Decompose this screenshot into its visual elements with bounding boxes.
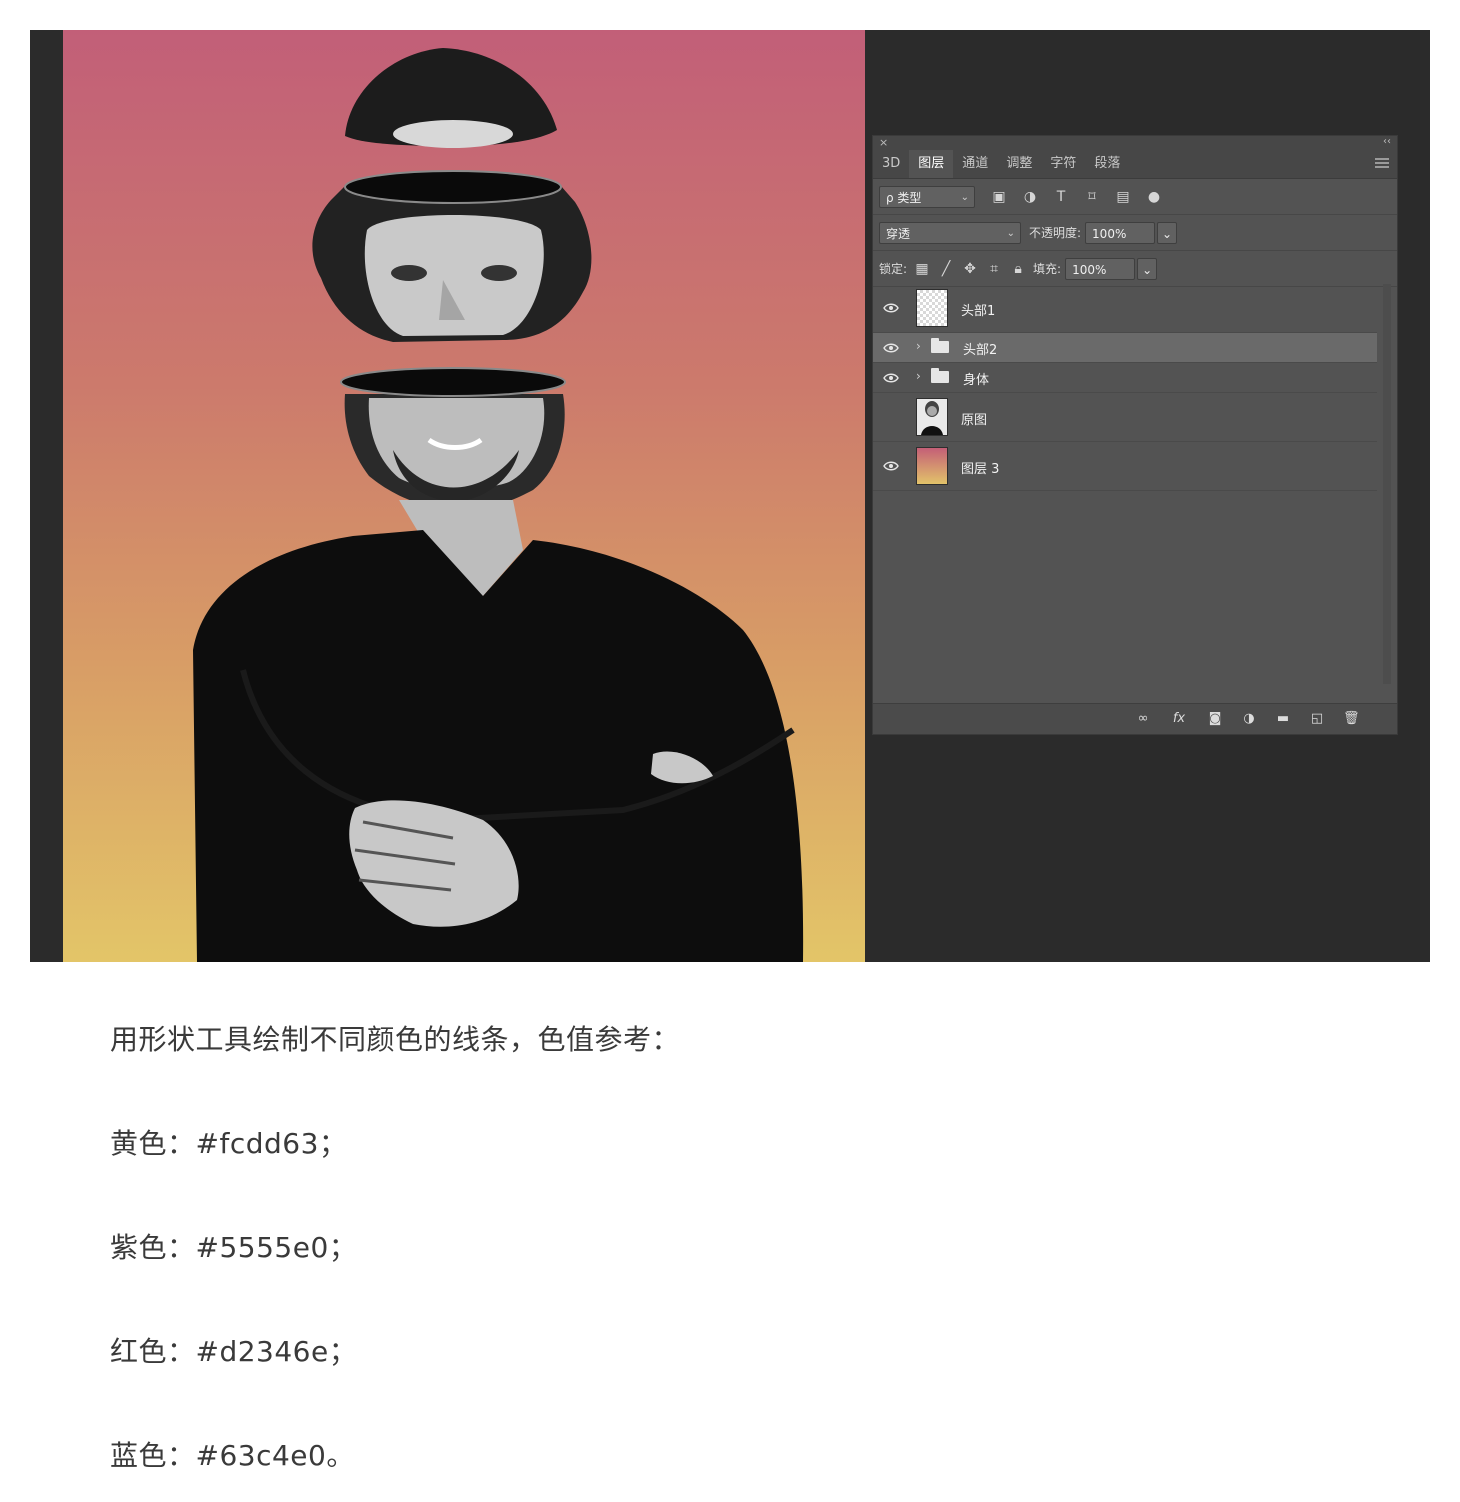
layer-row[interactable]: 原图 bbox=[873, 393, 1377, 442]
blend-row: 穿透 ⌄ 不透明度: 100% ⌄ bbox=[873, 215, 1397, 251]
layer-name: 头部2 bbox=[963, 343, 998, 358]
visibility-toggle-empty[interactable] bbox=[883, 412, 899, 422]
folder-icon bbox=[931, 338, 949, 353]
filter-kind-select[interactable]: ρ 类型 ⌄ bbox=[879, 185, 975, 208]
eye-icon[interactable] bbox=[883, 373, 899, 383]
portrait-artwork bbox=[193, 48, 804, 962]
layer-row[interactable]: 头部1 bbox=[873, 284, 1377, 333]
layer-thumbnail bbox=[916, 289, 948, 327]
lock-all-icon[interactable]: 🔒︎ bbox=[1011, 262, 1025, 276]
tab-adjustments[interactable]: 调整 bbox=[997, 150, 1041, 178]
blend-mode-select[interactable]: 穿透 ⌄ bbox=[879, 221, 1021, 244]
layer-name: 头部1 bbox=[961, 304, 996, 319]
portrait-thumbnail bbox=[921, 401, 943, 435]
layers-list: 头部1 › 头部2 › 身体 原图 图层 3 bbox=[873, 284, 1377, 491]
document-canvas[interactable] bbox=[63, 30, 865, 962]
collapse-panel-icon[interactable]: ‹‹ bbox=[1383, 136, 1391, 147]
cut-top-middle bbox=[344, 170, 562, 204]
chevron-right-icon[interactable]: › bbox=[916, 339, 921, 353]
smart-object-filter-icon[interactable]: ▤ bbox=[1116, 190, 1130, 204]
eye-icon[interactable] bbox=[883, 303, 899, 313]
layers-scrollbar[interactable] bbox=[1383, 284, 1391, 684]
layer-row[interactable]: 图层 3 bbox=[873, 442, 1377, 491]
eye-icon[interactable] bbox=[883, 343, 899, 353]
lock-row: 锁定: ▦ ╱ ✥ ⌗ 🔒︎ 填充: 100% ⌄ bbox=[873, 251, 1397, 287]
intro-text: 用形状工具绘制不同颜色的线条，色值参考： bbox=[110, 1023, 681, 1056]
layer-name: 身体 bbox=[963, 373, 990, 388]
mask-icon[interactable]: ◙ bbox=[1207, 712, 1223, 726]
layer-group-row[interactable]: › 身体 bbox=[873, 363, 1377, 393]
layer-name: 图层 3 bbox=[961, 462, 1000, 477]
forehead-sliver bbox=[393, 120, 513, 148]
panel-titlebar: × ‹‹ bbox=[873, 136, 1397, 150]
lock-position-icon[interactable]: ✥ bbox=[963, 262, 977, 276]
blend-mode-value: 穿透 bbox=[886, 226, 911, 241]
layer-name: 原图 bbox=[961, 413, 988, 428]
folder-icon bbox=[931, 368, 949, 383]
new-group-icon[interactable]: ▬ bbox=[1275, 712, 1291, 726]
tab-character[interactable]: 字符 bbox=[1041, 150, 1085, 178]
lock-artboard-icon[interactable]: ⌗ bbox=[987, 262, 1001, 276]
adjustment-icon[interactable]: ◑ bbox=[1241, 712, 1257, 726]
link-icon[interactable]: ∞ bbox=[1135, 712, 1151, 726]
filter-kind-label: ρ 类型 bbox=[886, 190, 922, 205]
lock-transparency-icon[interactable]: ▦ bbox=[915, 262, 929, 276]
fill-dropdown[interactable]: ⌄ bbox=[1137, 257, 1158, 280]
chevron-down-icon: ⌄ bbox=[1162, 226, 1173, 241]
fx-icon[interactable]: fx bbox=[1171, 712, 1187, 726]
opacity-field[interactable]: 100% bbox=[1085, 221, 1156, 244]
filter-toggle-icon[interactable]: ● bbox=[1147, 190, 1161, 204]
tab-paragraph[interactable]: 段落 bbox=[1085, 150, 1129, 178]
lock-label: 锁定: bbox=[879, 262, 908, 276]
opacity-value: 100% bbox=[1092, 226, 1127, 241]
trash-icon[interactable]: 🗑︎ bbox=[1343, 712, 1360, 726]
panel-menu-icon[interactable] bbox=[1375, 158, 1389, 168]
chevron-down-icon: ⌄ bbox=[960, 191, 969, 203]
chevron-down-icon: ⌄ bbox=[1142, 262, 1153, 277]
layer-group-row[interactable]: › 头部2 bbox=[873, 333, 1377, 363]
shape-filter-icon[interactable]: ⌑ bbox=[1085, 190, 1099, 204]
color-red-text: 红色：#d2346e； bbox=[110, 1335, 358, 1368]
fill-label: 填充: bbox=[1033, 262, 1062, 276]
close-panel-icon[interactable]: × bbox=[879, 136, 888, 149]
color-purple-text: 紫色：#5555e0； bbox=[110, 1231, 358, 1264]
fill-value: 100% bbox=[1072, 262, 1107, 277]
fill-field[interactable]: 100% bbox=[1065, 257, 1136, 280]
photoshop-screenshot: × ‹‹ 3D 图层 通道 调整 字符 段落 ρ 类型 ⌄ ▣ ◑ T ⌑ ▤ … bbox=[30, 30, 1430, 962]
tab-layers[interactable]: 图层 bbox=[909, 150, 954, 178]
adjustment-filter-icon[interactable]: ◑ bbox=[1023, 190, 1037, 204]
filter-row: ρ 类型 ⌄ ▣ ◑ T ⌑ ▤ ● bbox=[873, 179, 1397, 215]
eye-icon[interactable] bbox=[883, 461, 899, 471]
chevron-down-icon: ⌄ bbox=[1006, 227, 1015, 239]
color-yellow-text: 黄色：#fcdd63； bbox=[110, 1127, 348, 1160]
type-filter-icon[interactable]: T bbox=[1054, 190, 1068, 204]
color-blue-text: 蓝色：#63c4e0。 bbox=[110, 1439, 355, 1472]
pixel-filter-icon[interactable]: ▣ bbox=[992, 190, 1006, 204]
new-layer-icon[interactable]: ◱ bbox=[1309, 712, 1325, 726]
layer-thumbnail bbox=[916, 398, 948, 436]
chevron-right-icon[interactable]: › bbox=[916, 369, 921, 383]
layer-thumbnail bbox=[916, 447, 948, 485]
layers-panel: × ‹‹ 3D 图层 通道 调整 字符 段落 ρ 类型 ⌄ ▣ ◑ T ⌑ ▤ … bbox=[872, 135, 1398, 735]
panel-bottom-bar: ∞ fx ◙ ◑ ▬ ◱ 🗑︎ bbox=[873, 703, 1397, 734]
tab-3d[interactable]: 3D bbox=[873, 150, 909, 178]
tab-channels[interactable]: 通道 bbox=[953, 150, 997, 178]
cut-top-lower bbox=[340, 367, 566, 397]
lock-image-icon[interactable]: ╱ bbox=[939, 262, 953, 276]
opacity-dropdown[interactable]: ⌄ bbox=[1157, 221, 1178, 244]
opacity-label: 不透明度: bbox=[1029, 226, 1082, 240]
panel-tabs: 3D 图层 通道 调整 字符 段落 bbox=[873, 150, 1397, 179]
